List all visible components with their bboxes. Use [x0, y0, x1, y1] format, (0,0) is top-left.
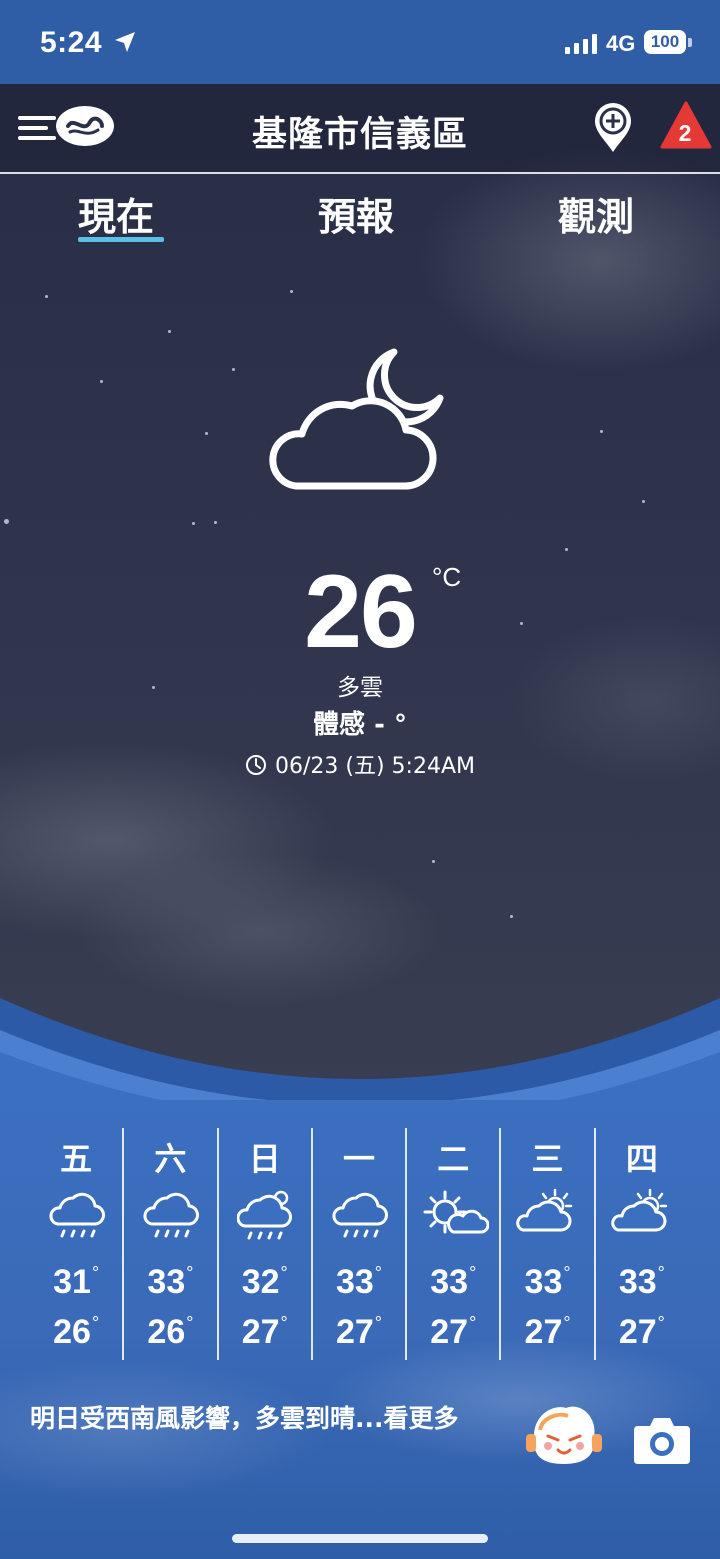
current-temperature: 26	[304, 554, 418, 670]
tab-observation[interactable]: 觀測	[558, 186, 634, 241]
forecast-summary-link[interactable]: 明日受西南風影響，多雲到晴...看更多	[30, 1402, 490, 1436]
mascot-icon[interactable]	[524, 1400, 604, 1470]
rain-partly-sunny-icon	[236, 1190, 292, 1240]
active-tab-indicator	[78, 237, 164, 242]
forecast-low: 26°	[53, 1313, 100, 1351]
weekly-forecast[interactable]: 五 31° 26° 六 33° 26° 日 32° 27° 一 33° 27° …	[30, 1128, 688, 1360]
forecast-low: 27°	[618, 1313, 665, 1351]
rain-icon	[49, 1192, 105, 1238]
forecast-day[interactable]: 日 32° 27°	[216, 1128, 311, 1360]
partly-cloudy-night-icon	[269, 348, 444, 490]
day-name: 日	[248, 1140, 281, 1178]
forecast-day[interactable]: 二 33° 27°	[405, 1128, 499, 1360]
camera-icon[interactable]	[632, 1414, 692, 1466]
forecast-day[interactable]: 四 33° 27°	[593, 1128, 688, 1360]
sunny-partly-cloudy-icon	[423, 1190, 490, 1234]
rain-icon	[332, 1192, 388, 1238]
clock-icon	[246, 755, 266, 775]
day-name: 三	[531, 1140, 564, 1178]
current-condition: 多雲	[337, 675, 383, 701]
status-time: 5:24	[40, 26, 103, 59]
battery-level: 100	[650, 32, 680, 51]
alert-count-badge[interactable]: 2	[660, 120, 710, 147]
forecast-low: 27°	[430, 1313, 477, 1351]
battery-icon: 100	[644, 30, 686, 54]
forecast-low: 27°	[335, 1313, 382, 1351]
tab-now[interactable]: 現在	[78, 186, 154, 241]
battery-nub	[688, 38, 692, 47]
forecast-low: 27°	[524, 1313, 571, 1351]
tab-forecast[interactable]: 預報	[318, 186, 394, 241]
status-bar: 5:24 4G 100	[0, 0, 720, 84]
day-name: 四	[625, 1140, 658, 1178]
add-location-icon[interactable]	[592, 102, 634, 154]
home-indicator[interactable]	[232, 1534, 488, 1543]
rain-icon	[143, 1192, 200, 1238]
forecast-high: 33°	[618, 1263, 665, 1301]
day-name: 一	[342, 1140, 375, 1178]
partly-cloudy-icon	[516, 1188, 573, 1232]
updated-time-text: 06/23 (五) 5:24AM	[275, 754, 475, 779]
forecast-day[interactable]: 一 33° 27°	[310, 1128, 405, 1360]
forecast-high: 33°	[147, 1263, 194, 1301]
forecast-high: 33°	[430, 1263, 477, 1301]
forecast-low: 27°	[241, 1313, 288, 1351]
forecast-low: 26°	[147, 1313, 194, 1351]
forecast-day[interactable]: 三 33° 27°	[499, 1128, 593, 1360]
signal-icon	[565, 34, 597, 54]
forecast-day[interactable]: 六 33° 26°	[122, 1128, 216, 1360]
location-arrow-icon	[115, 32, 135, 52]
network-type: 4G	[606, 31, 636, 56]
feels-like: 體感 - °	[313, 710, 407, 740]
day-name: 六	[154, 1140, 187, 1178]
forecast-high: 33°	[335, 1263, 382, 1301]
day-name: 二	[437, 1140, 470, 1178]
forecast-high: 32°	[241, 1263, 288, 1301]
app-header: 基隆市信義區 2	[0, 84, 720, 174]
forecast-day[interactable]: 五 31° 26°	[30, 1128, 122, 1360]
forecast-high: 33°	[524, 1263, 571, 1301]
partly-cloudy-icon	[610, 1188, 667, 1232]
temperature-unit: °C	[432, 562, 462, 592]
forecast-high: 31°	[53, 1263, 100, 1301]
updated-time: 06/23 (五) 5:24AM	[0, 748, 720, 780]
day-name: 五	[60, 1140, 93, 1178]
